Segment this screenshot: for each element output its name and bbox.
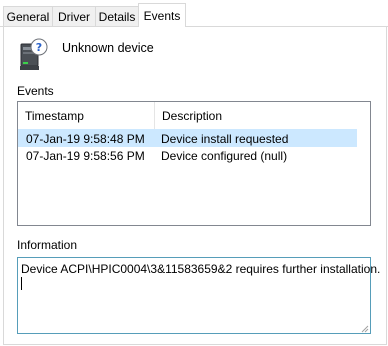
- column-header-timestamp[interactable]: Timestamp: [18, 102, 155, 131]
- events-list[interactable]: Timestamp Description 07-Jan-19 9:58:48 …: [17, 101, 371, 226]
- event-row[interactable]: 07-Jan-19 9:58:56 PM Device configured (…: [18, 147, 357, 165]
- information-label: Information: [17, 238, 78, 252]
- tab-driver[interactable]: Driver: [52, 6, 96, 27]
- text-caret: [21, 277, 22, 290]
- tab-general[interactable]: General: [3, 6, 53, 27]
- unknown-device-icon: ?: [18, 38, 48, 72]
- tab-events[interactable]: Events: [138, 3, 186, 27]
- events-label: Events: [17, 84, 54, 98]
- column-header-description[interactable]: Description: [155, 102, 370, 131]
- tab-strip: General Driver Details Events: [0, 0, 388, 27]
- list-header: Timestamp Description: [18, 102, 370, 131]
- device-name: Unknown device: [62, 41, 154, 55]
- svg-text:?: ?: [36, 41, 42, 54]
- information-textbox[interactable]: Device ACPI\HPIC0004\3&11583659&2 requir…: [17, 257, 380, 334]
- resize-grip-icon[interactable]: [359, 322, 369, 333]
- event-description: Device configured (null): [161, 149, 288, 163]
- event-timestamp: 07-Jan-19 9:58:56 PM: [26, 149, 145, 163]
- event-description: Device install requested: [161, 132, 289, 146]
- tab-details[interactable]: Details: [95, 6, 139, 27]
- event-timestamp: 07-Jan-19 9:58:48 PM: [26, 132, 145, 146]
- information-text: Device ACPI\HPIC0004\3&11583659&2 requir…: [21, 262, 381, 276]
- event-row[interactable]: 07-Jan-19 9:58:48 PM Device install requ…: [18, 129, 357, 147]
